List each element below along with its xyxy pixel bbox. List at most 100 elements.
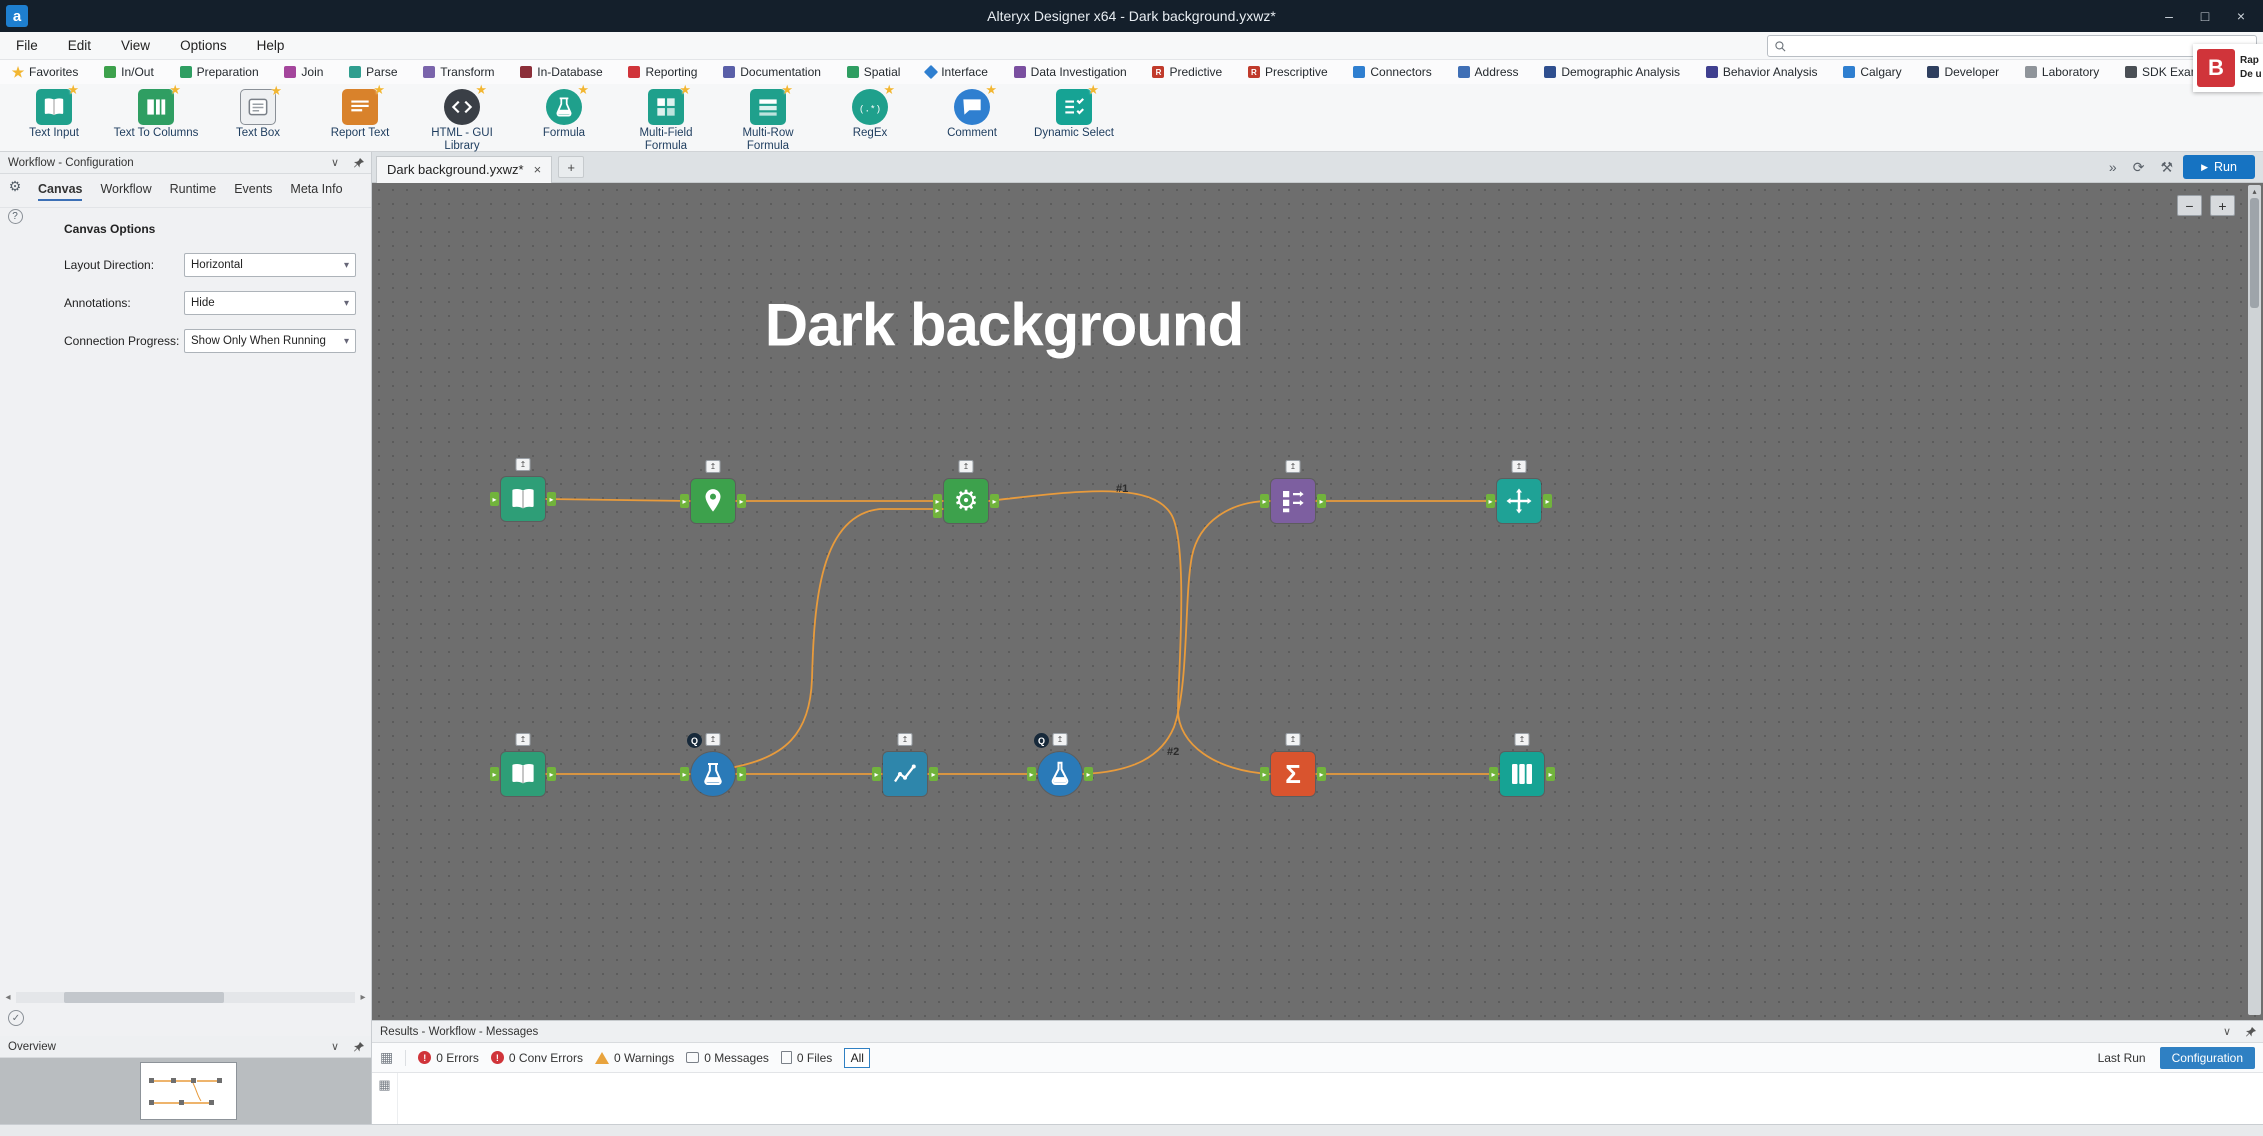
settings-gear-icon[interactable]: ⚙ xyxy=(9,178,22,195)
input-anchor[interactable]: ▸ xyxy=(1489,767,1498,781)
config-tab-workflow[interactable]: Workflow xyxy=(100,182,151,201)
input-anchor[interactable]: ▸ xyxy=(490,492,499,506)
tool-comment[interactable]: ★Comment xyxy=(928,89,1016,140)
ribbon-category-developer[interactable]: Developer xyxy=(1927,65,1999,79)
output-anchor[interactable]: ▸ xyxy=(990,494,999,508)
node-chart[interactable]: ▸▸↥ xyxy=(883,752,927,796)
pin-icon[interactable] xyxy=(353,1041,365,1053)
ribbon-category-join[interactable]: Join xyxy=(284,65,323,79)
search-input[interactable] xyxy=(1793,39,2256,53)
field-dropdown-layout-direction[interactable]: Horizontal▾ xyxy=(184,253,356,277)
tools-icon[interactable]: ⚒ xyxy=(2160,159,2173,176)
node-crosshair[interactable]: ▸▸↥ xyxy=(1497,479,1541,523)
input-anchor[interactable]: ▸ xyxy=(1260,494,1269,508)
node-input-bottom[interactable]: ▸▸↥ xyxy=(501,752,545,796)
notification-toast[interactable]: B Rap De u xyxy=(2193,44,2263,92)
node-flask[interactable]: ▸▸↥Q xyxy=(1038,752,1082,796)
ribbon-category-prescriptive[interactable]: RPrescriptive xyxy=(1248,65,1328,79)
filter-0-conv-errors[interactable]: !0 Conv Errors xyxy=(491,1051,583,1065)
pin-icon[interactable] xyxy=(2245,1026,2257,1038)
tool-multi-field-formula[interactable]: ★Multi-Field Formula xyxy=(622,89,710,152)
last-run-button[interactable]: Last Run xyxy=(2098,1051,2146,1065)
tool-html-gui-library[interactable]: ★HTML - GUI Library xyxy=(418,89,506,152)
config-tab-meta-info[interactable]: Meta Info xyxy=(290,182,342,201)
scrollbar-track[interactable] xyxy=(16,992,355,1003)
node-filter-beaker[interactable]: ▸▸↥Q xyxy=(691,752,735,796)
results-view-icon[interactable]: ▦ xyxy=(380,1049,393,1066)
tool-text-box[interactable]: ★Text Box xyxy=(214,89,302,140)
ribbon-category-laboratory[interactable]: Laboratory xyxy=(2025,65,2099,79)
ribbon-category-address[interactable]: Address xyxy=(1458,65,1519,79)
ribbon-category-parse[interactable]: Parse xyxy=(349,65,397,79)
menu-options[interactable]: Options xyxy=(180,38,227,53)
node-input-top[interactable]: ▸▸↥ xyxy=(501,477,545,521)
menu-help[interactable]: Help xyxy=(257,38,285,53)
node-map-pin[interactable]: ▸▸↥ xyxy=(691,479,735,523)
ribbon-category-spatial[interactable]: Spatial xyxy=(847,65,901,79)
ribbon-category-connectors[interactable]: Connectors xyxy=(1353,65,1431,79)
filter-0-files[interactable]: 0 Files xyxy=(781,1051,832,1065)
menu-file[interactable]: File xyxy=(16,38,38,53)
config-horizontal-scrollbar[interactable]: ◂ ▸ xyxy=(0,990,371,1005)
output-anchor[interactable]: ▸ xyxy=(1084,767,1093,781)
messages-layout-icon[interactable]: ▦ xyxy=(372,1073,398,1124)
ribbon-category-demographic-analysis[interactable]: Demographic Analysis xyxy=(1544,65,1680,79)
config-tab-runtime[interactable]: Runtime xyxy=(170,182,217,201)
canvas-comment-title[interactable]: Dark background xyxy=(765,291,1243,360)
node-arrange[interactable]: ▸▸↥ xyxy=(1271,479,1315,523)
output-anchor[interactable]: ▸ xyxy=(737,494,746,508)
tool-text-input[interactable]: ★Text Input xyxy=(10,89,98,140)
scroll-left-icon[interactable]: ◂ xyxy=(0,992,16,1003)
connection-input-top-map-pin[interactable] xyxy=(546,499,690,501)
tool-report-text[interactable]: ★Report Text xyxy=(316,89,404,140)
tool-regex[interactable]: (.*)★RegEx xyxy=(826,89,914,140)
tool-dynamic-select[interactable]: ★Dynamic Select xyxy=(1030,89,1118,140)
run-button[interactable]: ▶ Run xyxy=(2183,155,2255,179)
input-anchor[interactable]: ▸ xyxy=(872,767,881,781)
scroll-up-icon[interactable]: ▴ xyxy=(2252,185,2256,198)
ribbon-category-preparation[interactable]: Preparation xyxy=(180,65,259,79)
collapse-chevron-icon[interactable]: ∨ xyxy=(331,156,339,169)
connection-flask-arrange[interactable] xyxy=(1083,501,1270,774)
scroll-right-icon[interactable]: ▸ xyxy=(355,992,371,1003)
scrollbar-thumb[interactable] xyxy=(2250,198,2259,308)
node-browse-table[interactable]: ▸▸↥ xyxy=(1500,752,1544,796)
input-anchor[interactable]: ▸ xyxy=(680,767,689,781)
input-anchor[interactable]: ▸ xyxy=(680,494,689,508)
output-anchor[interactable]: ▸ xyxy=(547,767,556,781)
input-anchor[interactable]: ▸ xyxy=(933,504,942,518)
new-tab-button[interactable]: + xyxy=(558,156,584,178)
history-icon[interactable]: ⟳ xyxy=(2133,159,2145,176)
ribbon-category-transform[interactable]: Transform xyxy=(423,65,494,79)
output-anchor[interactable]: ▸ xyxy=(1546,767,1555,781)
field-dropdown-annotations[interactable]: Hide▾ xyxy=(184,291,356,315)
output-anchor[interactable]: ▸ xyxy=(929,767,938,781)
overview-minimap[interactable] xyxy=(140,1062,237,1120)
output-anchor[interactable]: ▸ xyxy=(737,767,746,781)
config-tab-events[interactable]: Events xyxy=(234,182,272,201)
filter-0-warnings[interactable]: 0 Warnings xyxy=(595,1051,674,1065)
zoom-in-button[interactable]: + xyxy=(2210,195,2235,216)
tab-close-icon[interactable]: × xyxy=(534,162,542,177)
node-gear[interactable]: ⚙▸▸▸↥ xyxy=(944,479,988,523)
filter-0-errors[interactable]: !0 Errors xyxy=(418,1051,479,1065)
ribbon-category-predictive[interactable]: RPredictive xyxy=(1152,65,1222,79)
input-anchor[interactable]: ▸ xyxy=(1027,767,1036,781)
filter-all-button[interactable]: All xyxy=(844,1048,870,1068)
output-anchor[interactable]: ▸ xyxy=(1317,767,1326,781)
connection-gear-summarize[interactable] xyxy=(989,491,1270,774)
output-anchor[interactable]: ▸ xyxy=(1317,494,1326,508)
ribbon-category-in-out[interactable]: In/Out xyxy=(104,65,154,79)
input-anchor[interactable]: ▸ xyxy=(1486,494,1495,508)
menu-edit[interactable]: Edit xyxy=(68,38,91,53)
config-tab-canvas[interactable]: Canvas xyxy=(38,182,82,201)
workflow-canvas[interactable]: Dark background − + ▴ ▸▸↥▸▸↥⚙▸▸▸↥▸▸↥▸▸↥▸… xyxy=(372,183,2263,1020)
ribbon-category-calgary[interactable]: Calgary xyxy=(1843,65,1901,79)
maximize-icon[interactable]: □ xyxy=(2187,0,2223,32)
ribbon-category-behavior-analysis[interactable]: Behavior Analysis xyxy=(1706,65,1818,79)
tool-multi-row-formula[interactable]: ★Multi-Row Formula xyxy=(724,89,812,152)
document-tab[interactable]: Dark background.yxwz* × xyxy=(376,156,552,183)
global-search[interactable] xyxy=(1767,35,2257,57)
pin-icon[interactable] xyxy=(353,157,365,169)
zoom-out-button[interactable]: − xyxy=(2177,195,2202,216)
